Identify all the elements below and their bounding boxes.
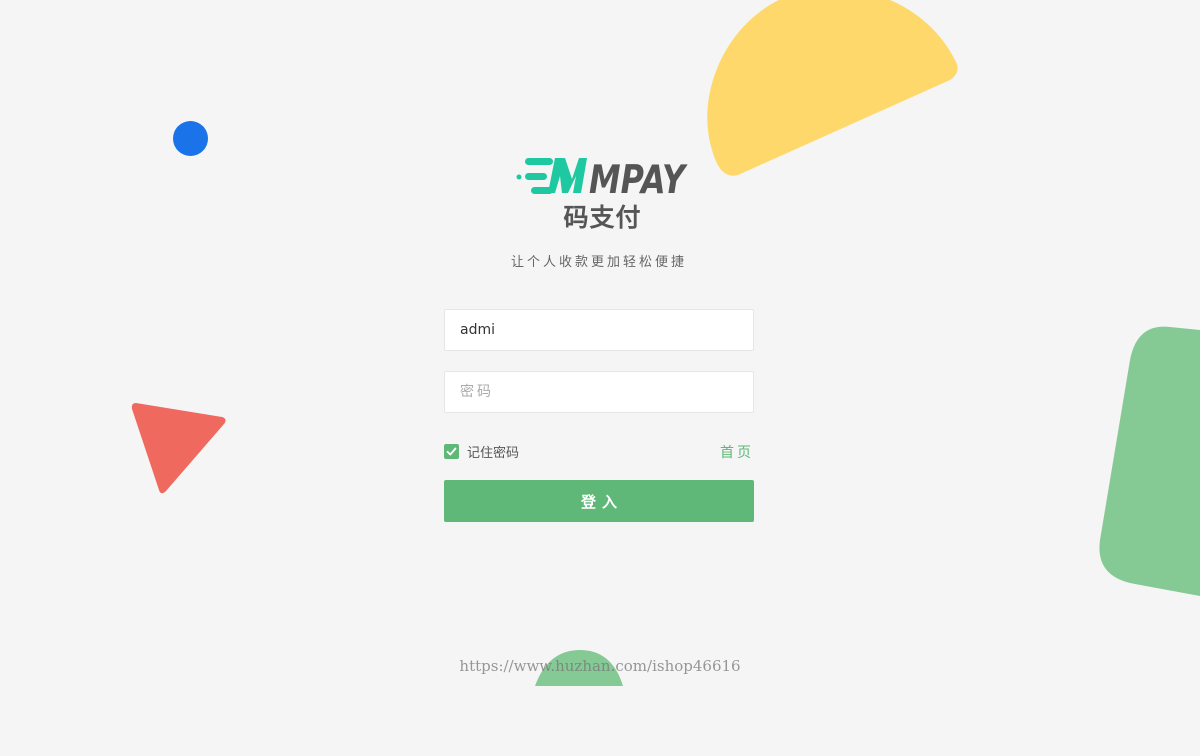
deco-blue-circle (173, 121, 208, 156)
login-button[interactable]: 登入 (444, 480, 754, 522)
home-link[interactable]: 首页 (710, 442, 754, 462)
brand-logo: MPAY 码支付 (515, 155, 690, 235)
username-input[interactable] (444, 309, 754, 351)
brand-name: 码支付 (563, 203, 642, 232)
remember-checkbox[interactable] (444, 443, 459, 459)
logo-mark: MPAY (516, 158, 688, 200)
password-input[interactable] (444, 371, 754, 413)
check-icon (446, 447, 457, 455)
remember-label: 记住密码 (467, 445, 520, 461)
deco-yellow-semicircle (707, 0, 958, 176)
watermark-url: https://www.huzhan.com/ishop46616 (459, 657, 741, 675)
logo-wordmark: MPAY (589, 158, 688, 200)
remember-password[interactable]: 记住密码 (444, 442, 520, 461)
tagline: 让个人收款更加轻松便捷 (510, 255, 687, 270)
deco-green-rounded-square (1099, 326, 1200, 596)
deco-red-triangle (131, 403, 226, 494)
